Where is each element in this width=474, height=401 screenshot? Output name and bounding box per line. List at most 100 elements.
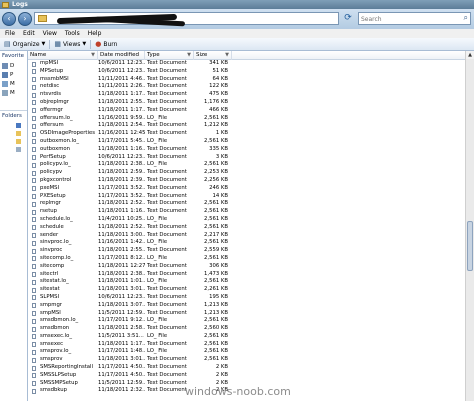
address-field[interactable] [34, 12, 339, 27]
favorite-link-music[interactable]: M [0, 79, 27, 88]
toolbar-divider [90, 39, 92, 49]
table-row[interactable]: mssmbMSI 11/11/2011 4:46... Text Document 6… [28, 76, 465, 84]
table-row[interactable]: schedule.lo_ 11/4/2011 10:25... LO_ File 2,… [28, 216, 465, 224]
table-row[interactable]: MPSetup 10/6/2011 12:23... Text Document 51… [28, 68, 465, 76]
scrollbar-thumb[interactable] [467, 221, 473, 271]
table-row[interactable]: smsexec 11/18/2011 1:17... Text Document 2,… [28, 341, 465, 349]
table-row[interactable]: smpMSI 11/5/2011 12:59... Text Document 1,2… [28, 310, 465, 318]
table-row[interactable]: SLPMSI 10/6/2011 12:23... Text Document 195… [28, 294, 465, 302]
search-icon[interactable]: ⌕ [464, 13, 468, 23]
drive-icon[interactable] [16, 147, 21, 152]
table-row[interactable]: offersum.lo_ 11/16/2011 9:59... LO_ File 2,… [28, 115, 465, 123]
chevron-down-icon[interactable]: ▼ [187, 51, 191, 60]
table-row[interactable]: policypv 11/18/2011 2:59... Text Document 2… [28, 169, 465, 177]
menu-help[interactable]: Help [88, 30, 102, 37]
table-row[interactable]: offermgr 11/18/2011 1:17... Text Document 4… [28, 107, 465, 115]
file-type: Text Document [147, 340, 187, 347]
table-row[interactable]: sitestat 11/18/2011 3:01... Text Document 2… [28, 286, 465, 294]
favorite-link-documents[interactable]: D [0, 61, 27, 70]
search-input[interactable] [361, 14, 456, 24]
table-row[interactable]: objreplmgr 11/18/2011 2:55... Text Documen… [28, 99, 465, 107]
file-type: LO_ File [147, 332, 168, 339]
table-row[interactable]: smsdbmon 11/18/2011 2:58... Text Document 2… [28, 325, 465, 333]
text-file-icon [32, 92, 36, 98]
file-rows: mpMSI 10/6/2011 12:23... Text Document 341 … [28, 60, 465, 395]
favorite-link-pictures[interactable]: P [0, 70, 27, 79]
table-row[interactable]: smsexec.lo_ 11/5/2011 3:51... LO_ File 2,56… [28, 333, 465, 341]
file-size: 2,561 KB [204, 137, 228, 144]
table-row[interactable]: outboxmon 11/18/2011 1:16... Text Document… [28, 146, 465, 154]
folder-icon[interactable] [16, 131, 21, 136]
table-row[interactable]: rsetup 11/18/2011 1:16... Text Document 2,5… [28, 208, 465, 216]
table-row[interactable]: PerfSetup 10/6/2011 12:23... Text Document… [28, 154, 465, 162]
burn-label: Burn [103, 40, 118, 48]
file-type: Text Document [147, 98, 187, 105]
table-row[interactable]: sinvproc 11/18/2011 2:55... Text Document 2… [28, 247, 465, 255]
table-row[interactable]: SMSReportingInstall 11/17/2011 4:50... Tex… [28, 364, 465, 372]
menu-view[interactable]: View [43, 30, 57, 37]
table-row[interactable]: sitestat.lo_ 11/18/2011 1:01... LO_ File 2,… [28, 278, 465, 286]
views-button[interactable]: ▦ Views ▼ [54, 40, 86, 48]
table-row[interactable]: smsdbmon.lo_ 11/17/2011 9:12... LO_ File 2,… [28, 317, 465, 325]
table-row[interactable]: sitecomp 11/18/2011 12:27...Text Document… [28, 263, 465, 271]
file-type: Text Document [147, 247, 187, 254]
favorite-link-more[interactable]: M [0, 88, 27, 97]
table-row[interactable]: sitectrl 11/18/2011 2:38... Text Document 1… [28, 271, 465, 279]
file-type: Text Document [147, 270, 187, 277]
table-row[interactable]: offersum 11/18/2011 2:54... Text Document 1… [28, 122, 465, 130]
table-row[interactable]: sitecomp.lo_ 11/17/2011 8:12... LO_ File 2,… [28, 255, 465, 263]
text-file-icon [32, 123, 36, 129]
file-name: sitestat.lo_ [40, 278, 69, 285]
file-type: Text Document [147, 83, 187, 90]
table-row[interactable]: sender 11/18/2011 3:00... Text Document 2,2… [28, 232, 465, 240]
command-bar: ▤ Organize ▼ ▦ Views ▼ ● Burn [0, 38, 474, 51]
table-row[interactable]: outboxmon.lo_ 11/17/2011 5:45... LO_ File 2… [28, 138, 465, 146]
text-file-icon [32, 61, 36, 67]
computer-icon[interactable] [16, 123, 21, 128]
table-row[interactable]: mpMSI 10/6/2011 12:23... Text Document 341 … [28, 60, 465, 68]
file-size: 2,256 KB [204, 176, 228, 183]
menu-file[interactable]: File [5, 30, 15, 37]
burn-button[interactable]: ● Burn [95, 40, 117, 48]
table-row[interactable]: sinvproc.lo_ 11/16/2011 1:42... LO_ File 2,… [28, 239, 465, 247]
table-row[interactable]: policypv.lo_ 11/18/2011 2:38... LO_ File 2,… [28, 161, 465, 169]
table-row[interactable]: SMSSLPSetup 11/17/2011 4:50... Text Docume… [28, 372, 465, 380]
folders-header[interactable]: Folders [0, 110, 27, 120]
chevron-down-icon[interactable]: ▼ [91, 51, 95, 60]
file-date: 11/11/2011 2:26... [98, 83, 145, 90]
chevron-down-icon[interactable]: ▼ [225, 51, 229, 60]
forward-button[interactable]: › [18, 12, 32, 26]
file-date: 11/18/2011 1:17... [98, 91, 145, 98]
organize-button[interactable]: ▤ Organize ▼ [4, 40, 45, 48]
menu-tools[interactable]: Tools [65, 30, 80, 37]
table-row[interactable]: smpmgr 11/18/2011 3:07... Text Document 1,2… [28, 302, 465, 310]
table-row[interactable]: smsprov 11/18/2011 3:01... Text Document 2,… [28, 356, 465, 364]
vertical-scrollbar[interactable]: ▲ [465, 51, 474, 401]
search-box[interactable]: ⌕ [358, 12, 471, 25]
column-header-type[interactable]: Type ▼ [145, 51, 194, 60]
menu-edit[interactable]: Edit [23, 30, 35, 37]
file-size: 2,561 KB [204, 254, 228, 261]
table-row[interactable]: replmgr 11/18/2011 2:52... Text Document 2,… [28, 200, 465, 208]
column-header-date[interactable]: Date modified [98, 51, 145, 60]
folder-icon[interactable] [16, 139, 21, 144]
table-row[interactable]: PXESetup 11/17/2011 3:52... Text Document 1… [28, 193, 465, 201]
column-header-size[interactable]: Size ▼ [194, 51, 232, 60]
table-row[interactable]: OSDImageProperties11/16/2011 12:45...Tex… [28, 130, 465, 138]
column-header-name[interactable]: Name ▼ [28, 51, 98, 60]
table-row[interactable]: schedule 11/18/2011 2:52... Text Document 2… [28, 224, 465, 232]
back-button[interactable]: ‹ [2, 12, 16, 26]
file-name: SMSSMPSetup [40, 379, 78, 386]
refresh-icon[interactable]: ⟳ [342, 13, 354, 25]
file-size: 2,561 KB [204, 161, 228, 168]
text-file-icon [32, 217, 36, 223]
text-file-icon [32, 170, 36, 176]
file-type: LO_ File [147, 317, 168, 324]
table-row[interactable]: pxeMSI 11/17/2011 3:52... Text Document 246… [28, 185, 465, 193]
table-row[interactable]: pkgxcontrol 11/18/2011 2:39... Text Docume… [28, 177, 465, 185]
table-row[interactable]: ntsvrdis 11/18/2011 1:17... Text Document 4… [28, 91, 465, 99]
table-row[interactable]: netdisc 11/11/2011 2:26... Text Document 12… [28, 83, 465, 91]
table-row[interactable]: smsprov.lo_ 11/17/2011 1:48... LO_ File 2,5… [28, 348, 465, 356]
file-type: LO_ File [147, 348, 168, 355]
scroll-up-icon[interactable]: ▲ [466, 51, 474, 59]
